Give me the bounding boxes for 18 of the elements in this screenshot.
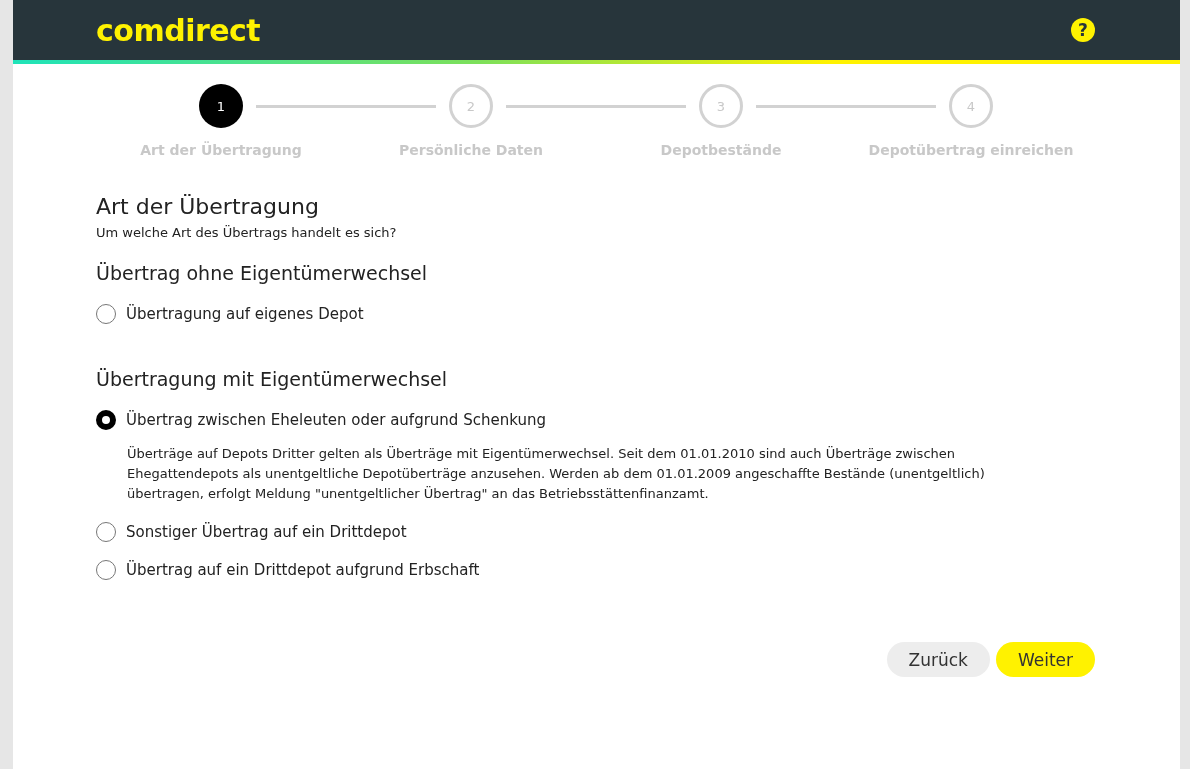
section-heading: Übertragung mit Eigentümerwechsel [96,368,449,390]
radio-button[interactable] [96,522,116,542]
logo: comdirect [96,12,261,48]
back-button[interactable]: Zurück [886,642,990,677]
radio-label[interactable]: Sonstiger Übertrag auf ein Drittdepot [126,523,407,541]
step-circle: 1 [199,84,243,128]
page-subtitle: Um welche Art des Übertrags handelt es sich? [96,225,398,240]
page-title: Art der Übertragung [96,194,320,219]
section-heading: Übertrag ohne Eigentümerwechsel [96,262,429,284]
radio-label[interactable]: Übertrag auf ein Drittdepot aufgrund Erbschaft [126,561,480,579]
radio-button[interactable] [96,560,116,580]
next-button[interactable]: Weiter [995,642,1095,677]
radio-label[interactable]: Übertragung auf eigenes Depot [126,305,364,323]
help-icon[interactable]: ? [1071,18,1095,42]
radio-button[interactable] [96,304,116,324]
radio-label[interactable]: Übertrag zwischen Eheleuten oder aufgrund Schenkung [126,411,546,429]
option-description: Überträge auf Depots Dritter gelten als Überträge mit Eigentümerwechsel. Seit dem 01.01.2010 sind auch Überträge zwischen Ehegattendepots als unentgeltliche Depotüberträge anzusehen. Werden ab dem 01.01.2009 angeschaffte Bestände (unentgeltlich) übertragen, erfolgt Meldung "unentgeltlicher Übertrag" an das Betriebsstättenfinanzamt. [127,445,986,503]
radio-button[interactable] [96,410,116,430]
